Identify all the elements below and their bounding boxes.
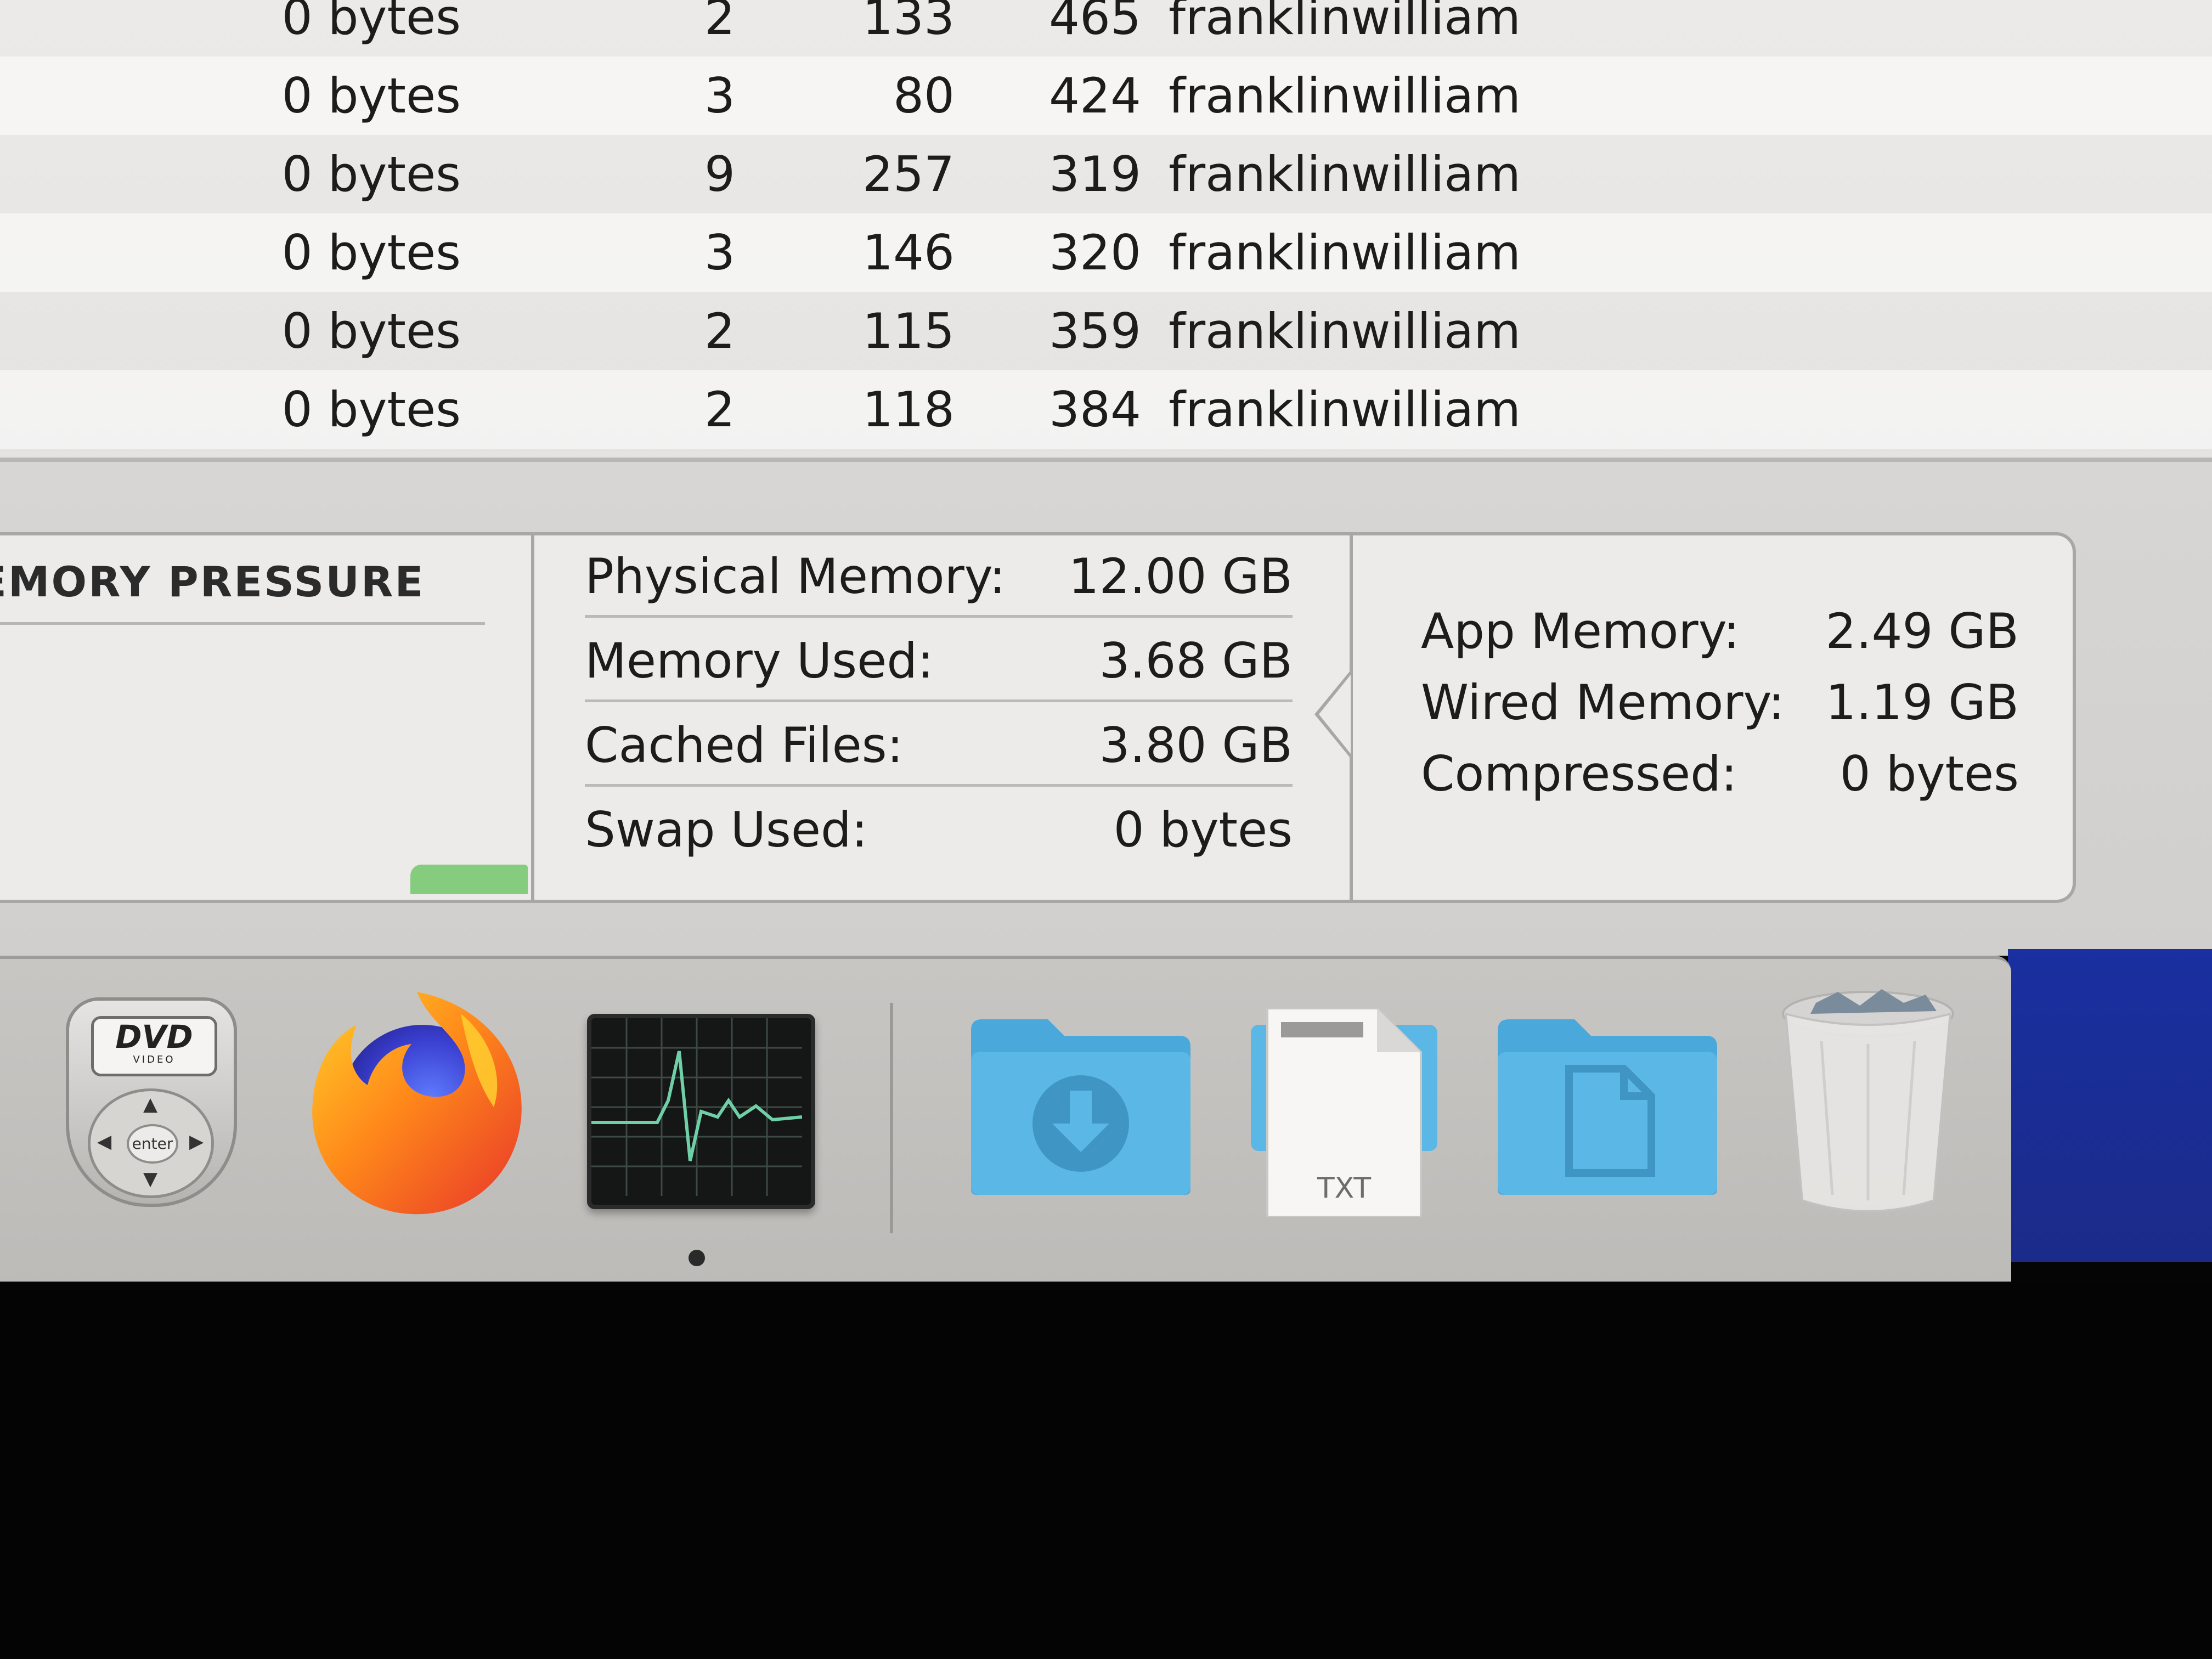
user-cell: franklinwilliams (1169, 303, 1520, 359)
pid-cell: 465 (1049, 0, 1141, 46)
user-cell: franklinwilliams (1169, 0, 1520, 46)
running-indicator (689, 1250, 705, 1266)
threads-cell: 2 (704, 381, 735, 438)
memory-summary-panel: Physical Memory: 12.00 GB Memory Used: 3… (534, 535, 1353, 900)
pid-cell: 384 (1049, 381, 1141, 438)
firefox-icon[interactable] (296, 981, 538, 1222)
dvd-remote-pad: ▲ ▼ ◀ ▶ enter (88, 1088, 214, 1198)
memory-pressure-title: EMORY PRESSURE (0, 557, 425, 606)
ports-cell: 257 (862, 146, 955, 202)
cached-files-value: 3.80 GB (1099, 717, 1293, 774)
wired-memory-label: Wired Memory: (1421, 674, 1785, 731)
app-memory-value: 2.49 GB (1825, 603, 2019, 659)
table-row[interactable]: 0 bytes 3 146 320 franklinwilliams (0, 213, 2212, 292)
wired-memory-row: Wired Memory: 1.19 GB (1421, 667, 2019, 738)
dock: DVD VIDEO ▲ ▼ ◀ ▶ enter TXT (0, 956, 2011, 1285)
memory-stats-area: EMORY PRESSURE Physical Memory: 12.00 GB… (0, 462, 2212, 956)
row-divider (585, 784, 1293, 787)
threads-cell: 2 (704, 303, 735, 359)
dvd-logo-text: DVD (115, 1018, 193, 1056)
user-cell: franklinwilliams (1169, 67, 1520, 124)
app-memory-row: App Memory: 2.49 GB (1421, 596, 2019, 667)
activity-monitor-icon[interactable] (587, 1014, 815, 1209)
threads-cell: 3 (704, 224, 735, 281)
process-table: 0 bytes 2 133 465 franklinwilliams 0 byt… (0, 0, 2212, 472)
swap-used-row: Swap Used: 0 bytes (585, 789, 1293, 871)
table-row[interactable]: 0 bytes 2 133 465 franklinwilliams (0, 0, 2212, 57)
down-arrow-icon: ▼ (143, 1168, 158, 1190)
downloads-folder-icon[interactable] (966, 1014, 1196, 1200)
dvd-logo-subtext: VIDEO (133, 1054, 176, 1065)
memory-cell: 0 bytes (281, 67, 461, 124)
user-cell: franklinwilliams (1169, 381, 1520, 438)
pid-cell: 319 (1049, 146, 1141, 202)
threads-cell: 9 (704, 146, 735, 202)
memory-cell: 0 bytes (281, 303, 461, 359)
monitor-bezel (0, 1282, 2212, 1659)
threads-cell: 2 (704, 0, 735, 46)
swap-used-value: 0 bytes (1113, 802, 1293, 858)
enter-button-label: enter (127, 1124, 178, 1164)
table-row[interactable]: 0 bytes 9 257 319 franklinwilliams (0, 135, 2212, 213)
physical-memory-value: 12.00 GB (1068, 548, 1293, 605)
row-divider (585, 699, 1293, 702)
right-arrow-icon: ▶ (189, 1131, 204, 1153)
threads-cell: 3 (704, 67, 735, 124)
cached-files-row: Cached Files: 3.80 GB (585, 704, 1293, 787)
user-cell: franklinwilliams (1169, 224, 1520, 281)
table-row[interactable]: 0 bytes 3 80 424 franklinwilliams (0, 57, 2212, 135)
dvd-player-icon[interactable]: DVD VIDEO ▲ ▼ ◀ ▶ enter (66, 997, 237, 1207)
memory-pressure-panel: EMORY PRESSURE (0, 535, 534, 900)
memory-used-label: Memory Used: (585, 633, 934, 689)
physical-memory-label: Physical Memory: (585, 548, 1006, 605)
memory-cell: 0 bytes (281, 224, 461, 281)
memory-cell: 0 bytes (281, 0, 461, 46)
memory-stats-box: EMORY PRESSURE Physical Memory: 12.00 GB… (0, 532, 2076, 903)
pid-cell: 424 (1049, 67, 1141, 124)
memory-pressure-divider (0, 622, 485, 625)
memory-cell: 0 bytes (281, 146, 461, 202)
ports-cell: 146 (862, 224, 955, 281)
ports-cell: 115 (862, 303, 955, 359)
table-row[interactable]: 0 bytes 2 118 384 franklinwilliams (0, 370, 2212, 449)
txt-label: TXT (1317, 1172, 1371, 1205)
wired-memory-value: 1.19 GB (1825, 674, 2019, 731)
compressed-value: 0 bytes (1839, 746, 2019, 802)
cached-files-label: Cached Files: (585, 717, 904, 774)
up-arrow-icon: ▲ (143, 1093, 158, 1115)
ports-cell: 118 (862, 381, 955, 438)
compressed-row: Compressed: 0 bytes (1421, 738, 2019, 810)
dock-separator (890, 1003, 893, 1233)
app-memory-label: App Memory: (1421, 603, 1740, 659)
txt-document-icon[interactable]: TXT (1251, 1007, 1437, 1218)
memory-breakdown-panel: App Memory: 2.49 GB Wired Memory: 1.19 G… (1404, 535, 2035, 900)
memory-cell: 0 bytes (281, 381, 461, 438)
trash-icon[interactable] (1778, 981, 1959, 1217)
pid-cell: 359 (1049, 303, 1141, 359)
memory-used-value: 3.68 GB (1099, 633, 1293, 689)
compressed-label: Compressed: (1421, 746, 1737, 802)
ports-cell: 80 (893, 67, 955, 124)
user-cell: franklinwilliams (1169, 146, 1520, 202)
table-row[interactable]: 0 bytes 2 115 359 franklinwilliams (0, 292, 2212, 370)
dvd-logo: DVD VIDEO (91, 1016, 217, 1076)
desktop-background (2008, 949, 2212, 1262)
documents-folder-icon[interactable] (1492, 1014, 1723, 1200)
memory-pressure-graph (410, 865, 528, 894)
swap-used-label: Swap Used: (585, 802, 868, 858)
pid-cell: 320 (1049, 224, 1141, 281)
left-arrow-icon: ◀ (97, 1131, 112, 1153)
ports-cell: 133 (862, 0, 955, 46)
memory-used-row: Memory Used: 3.68 GB (585, 620, 1293, 702)
breakdown-pointer-fill (1319, 675, 1351, 754)
physical-memory-row: Physical Memory: 12.00 GB (585, 535, 1293, 618)
table-bottom-divider (0, 458, 2212, 462)
row-divider (585, 615, 1293, 618)
